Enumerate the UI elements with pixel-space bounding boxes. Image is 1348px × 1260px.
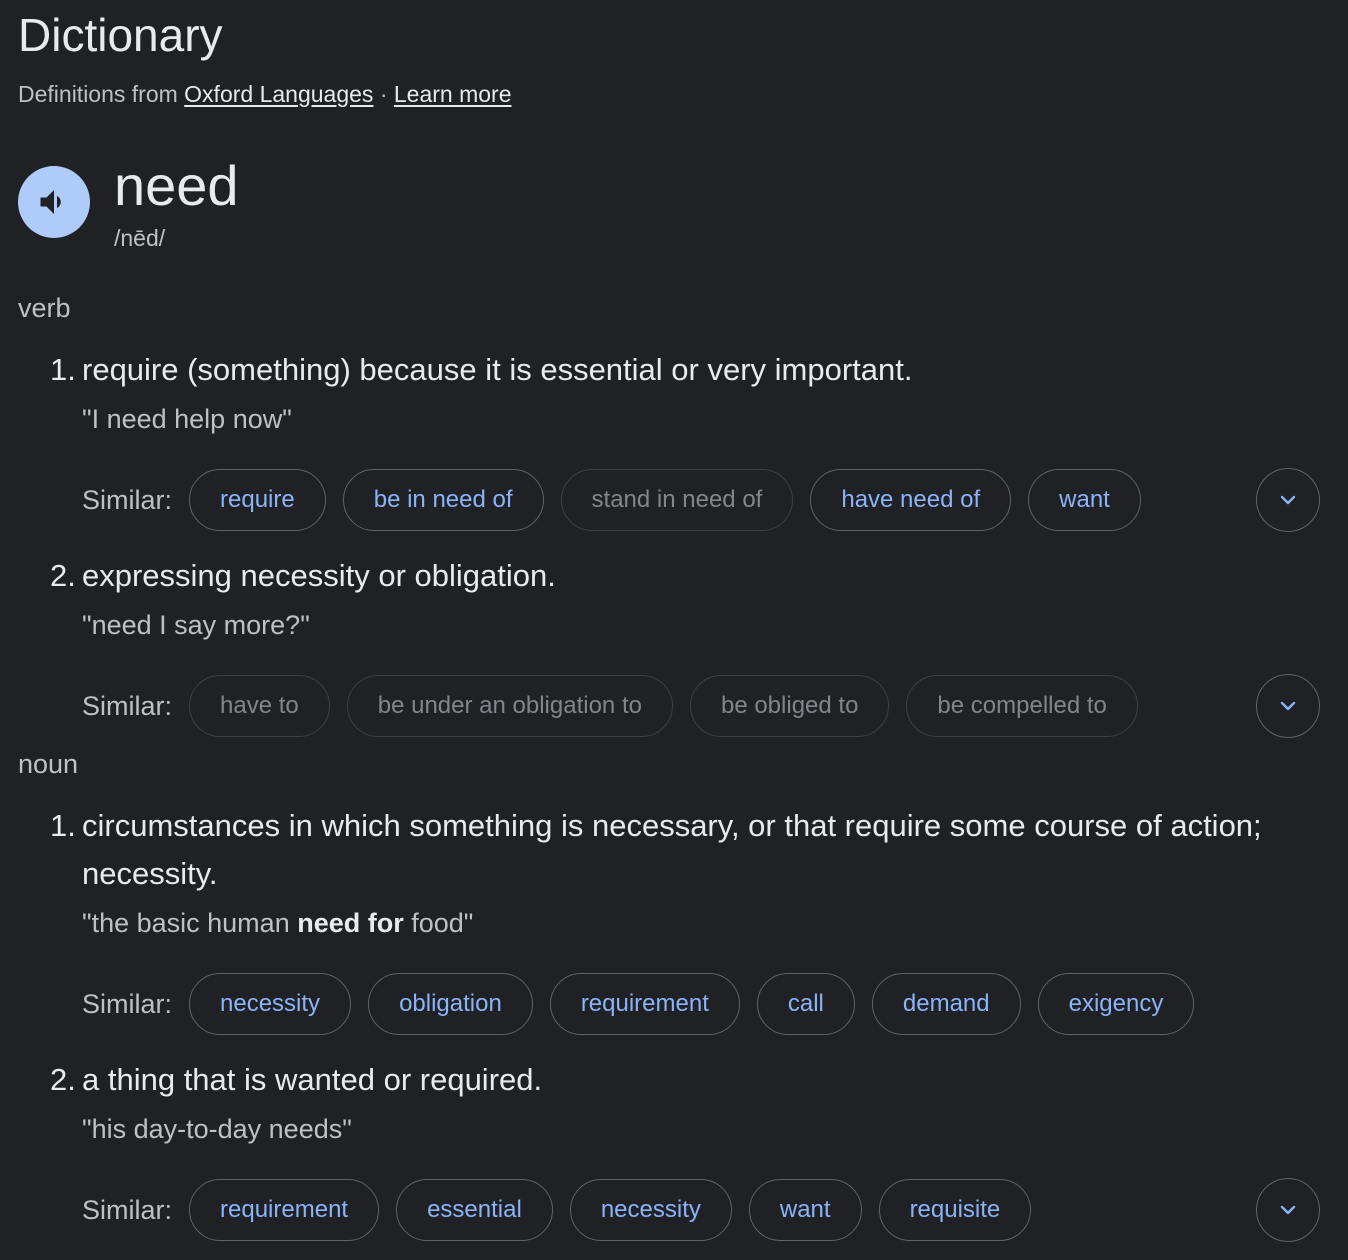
- similar-chip[interactable]: require: [189, 469, 326, 531]
- similar-chip[interactable]: necessity: [189, 973, 352, 1035]
- example: "the basic human need for food": [82, 905, 473, 941]
- similar-chip[interactable]: essential: [396, 1179, 553, 1241]
- learn-more-link[interactable]: Learn more: [394, 81, 512, 107]
- chevron-down-icon: [1280, 495, 1296, 505]
- similar-chip[interactable]: want: [1028, 469, 1141, 531]
- similar-chip[interactable]: requirement: [549, 973, 740, 1035]
- part-of-speech-verb: verb: [18, 293, 71, 323]
- similar-label: Similar:: [82, 690, 173, 721]
- similar-chip[interactable]: call: [756, 973, 855, 1035]
- similar-label: Similar:: [82, 1194, 173, 1225]
- similar-chip[interactable]: obligation: [368, 973, 533, 1035]
- chevron-down-icon: [1280, 1205, 1296, 1215]
- similar-chip[interactable]: demand: [871, 973, 1021, 1035]
- oxford-languages-link[interactable]: Oxford Languages: [184, 81, 373, 107]
- similar-chip[interactable]: exigency: [1037, 973, 1195, 1035]
- sense-number: 2.: [50, 558, 76, 593]
- similar-row: Similar: require be in need of stand in …: [82, 468, 1141, 532]
- sense-number: 1.: [50, 352, 76, 387]
- sense-number: 2.: [50, 1062, 76, 1097]
- similar-chip: be obliged to: [689, 675, 890, 737]
- example-text: "the basic human: [82, 908, 298, 938]
- source-line: Definitions from Oxford Languages · Lear…: [18, 78, 512, 110]
- headword: need: [114, 154, 239, 217]
- example: "his day-to-day needs": [82, 1114, 352, 1144]
- similar-label: Similar:: [82, 484, 173, 515]
- similar-chip[interactable]: necessity: [569, 1179, 732, 1241]
- expand-button[interactable]: [1256, 468, 1320, 532]
- similar-chip: have to: [189, 675, 330, 737]
- example-text: food": [403, 908, 474, 938]
- definition: circumstances in which something is nece…: [82, 808, 1262, 891]
- similar-row: Similar: necessity obligation requiremen…: [82, 972, 1195, 1036]
- similar-chip[interactable]: want: [748, 1179, 862, 1241]
- pronounce-button[interactable]: [18, 166, 90, 238]
- expand-button[interactable]: [1256, 1178, 1320, 1242]
- source-prefix: Definitions from: [18, 81, 178, 107]
- part-of-speech-noun: noun: [18, 749, 79, 779]
- sense-number: 1.: [50, 808, 76, 843]
- similar-chip: be compelled to: [906, 675, 1138, 737]
- speaker-icon: [40, 190, 61, 214]
- similar-chip[interactable]: requirement: [189, 1179, 380, 1241]
- similar-chip[interactable]: have need of: [810, 469, 1012, 531]
- similar-chip: stand in need of: [560, 469, 794, 531]
- expand-button[interactable]: [1256, 674, 1320, 738]
- similar-row: Similar: requirement essential necessity…: [82, 1178, 1032, 1242]
- chevron-down-icon: [1280, 701, 1296, 711]
- definition: require (something) because it is essent…: [82, 352, 913, 387]
- separator: ·: [379, 81, 388, 107]
- definition: a thing that is wanted or required.: [82, 1062, 543, 1097]
- example: "need I say more?": [82, 610, 310, 640]
- similar-chip[interactable]: requisite: [878, 1179, 1032, 1241]
- similar-chip: be under an obligation to: [346, 675, 673, 737]
- similar-row: Similar: have to be under an obligation …: [82, 674, 1138, 738]
- definition: expressing necessity or obligation.: [82, 558, 556, 593]
- similar-chip[interactable]: be in need of: [342, 469, 544, 531]
- phonetic: /nēd/: [114, 225, 166, 251]
- similar-label: Similar:: [82, 988, 173, 1019]
- dictionary-title: Dictionary: [18, 9, 223, 61]
- example: "I need help now": [82, 404, 292, 434]
- example-emphasis: need for: [297, 908, 404, 938]
